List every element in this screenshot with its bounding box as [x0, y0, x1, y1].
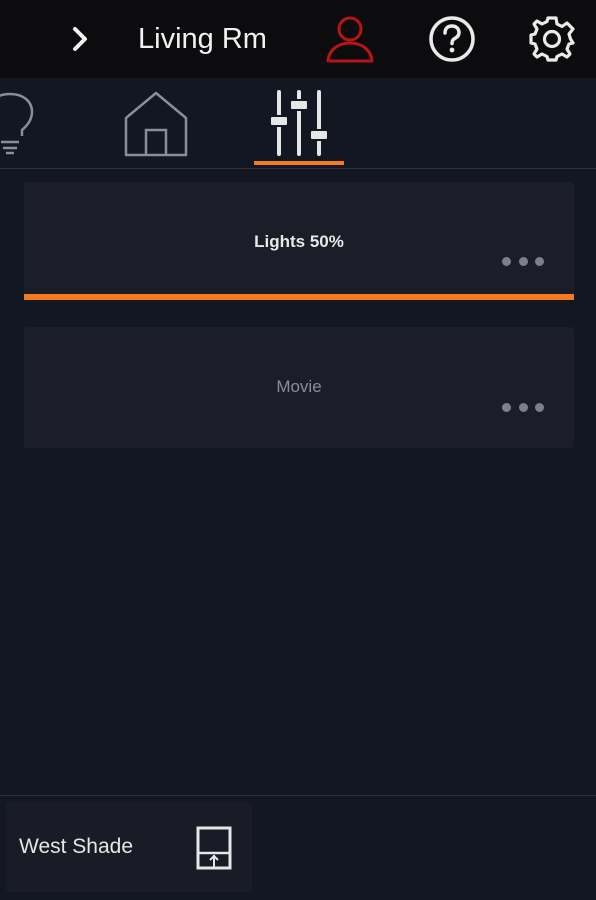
shade-icon — [194, 825, 234, 871]
divider — [0, 795, 596, 796]
active-tab-indicator — [254, 161, 344, 165]
west-shade-tile[interactable]: West Shade — [6, 802, 252, 892]
active-scene-indicator — [24, 294, 574, 300]
light-bulb-icon — [0, 92, 34, 155]
more-dots-icon[interactable] — [502, 254, 544, 268]
help-icon[interactable] — [427, 14, 477, 64]
shade-label: West Shade — [19, 835, 134, 858]
house-icon — [124, 91, 188, 157]
gear-icon[interactable] — [527, 14, 577, 64]
sliders-icon — [269, 90, 329, 156]
tab-scenes[interactable] — [258, 78, 342, 168]
header-bar: Living Rm — [0, 0, 596, 78]
scene-label: Movie — [276, 377, 322, 396]
tab-lights[interactable] — [0, 78, 48, 168]
scene-label: Lights 50% — [254, 232, 344, 251]
tab-rooms[interactable] — [118, 78, 194, 168]
scene-card-movie[interactable]: Movie — [24, 327, 574, 448]
tab-bar — [0, 78, 596, 169]
chevron-right-icon[interactable] — [66, 24, 96, 54]
user-icon[interactable] — [325, 14, 375, 64]
app-window: Living Rm Lights 50% Movie West Shade — [0, 0, 596, 900]
more-dots-icon[interactable] — [502, 400, 544, 414]
room-title[interactable]: Living Rm — [138, 20, 267, 58]
scene-card-lights-50[interactable]: Lights 50% — [24, 182, 574, 300]
